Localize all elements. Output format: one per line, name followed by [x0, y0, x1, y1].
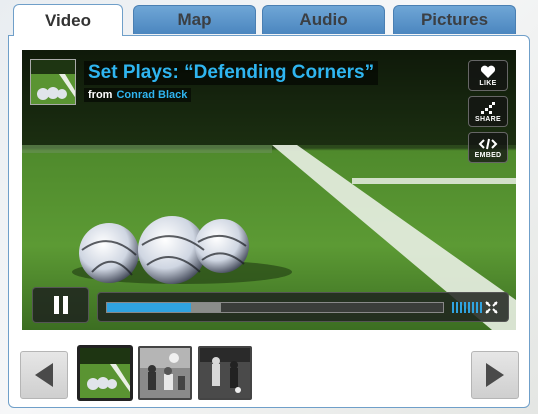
previous-button[interactable]: [20, 351, 68, 399]
volume-bar: [480, 302, 482, 313]
from-label: from: [88, 89, 113, 101]
tab-audio-label: Audio: [299, 10, 348, 29]
volume-bar: [476, 302, 478, 313]
tab-map-label: Map: [177, 10, 212, 29]
thumbnail-balls[interactable]: [78, 346, 132, 400]
pause-icon: [53, 296, 68, 314]
volume-bar: [456, 302, 458, 313]
author-link[interactable]: Conrad Black: [116, 89, 187, 101]
heart-icon: [480, 65, 496, 78]
thumbnail-image: [80, 348, 130, 398]
fullscreen-icon[interactable]: [485, 301, 498, 314]
video-player[interactable]: Set Plays: “Defending Corners” from Conra…: [22, 50, 516, 330]
arrow-right-icon: [486, 363, 504, 387]
volume-control[interactable]: [452, 302, 482, 313]
control-bar: [97, 292, 509, 322]
arrow-left-icon: [35, 363, 53, 387]
like-button[interactable]: LIKE: [468, 60, 508, 91]
thumbnail-image: [140, 348, 190, 398]
thumbnail-players-2[interactable]: [198, 346, 252, 400]
embed-label: EMBED: [474, 151, 502, 159]
volume-bar: [452, 302, 454, 313]
thumbnail-image: [200, 348, 250, 398]
progress-bar[interactable]: [106, 302, 444, 313]
volume-bar: [468, 302, 470, 313]
pause-button[interactable]: [32, 287, 89, 323]
progress-played: [107, 303, 191, 312]
like-label: LIKE: [479, 79, 497, 87]
tab-video-label: Video: [45, 10, 91, 30]
share-button[interactable]: SHARE: [468, 96, 508, 127]
embed-icon: [478, 138, 498, 149]
video-byline: from Conrad Black: [84, 88, 192, 102]
volume-bar: [464, 302, 466, 313]
tab-video[interactable]: Video: [13, 4, 123, 36]
tab-audio[interactable]: Audio: [262, 5, 385, 34]
share-icon: [481, 101, 495, 114]
volume-bar: [472, 302, 474, 313]
embed-button[interactable]: EMBED: [468, 132, 508, 163]
tab-pictures[interactable]: Pictures: [393, 5, 516, 34]
share-label: SHARE: [474, 115, 501, 123]
thumbnail-players-1[interactable]: [138, 346, 192, 400]
tab-pictures-label: Pictures: [420, 10, 489, 29]
tab-map[interactable]: Map: [133, 5, 256, 34]
volume-bar: [460, 302, 462, 313]
video-thumbnail: [30, 59, 76, 105]
next-button[interactable]: [471, 351, 519, 399]
video-title[interactable]: Set Plays: “Defending Corners”: [84, 61, 379, 85]
